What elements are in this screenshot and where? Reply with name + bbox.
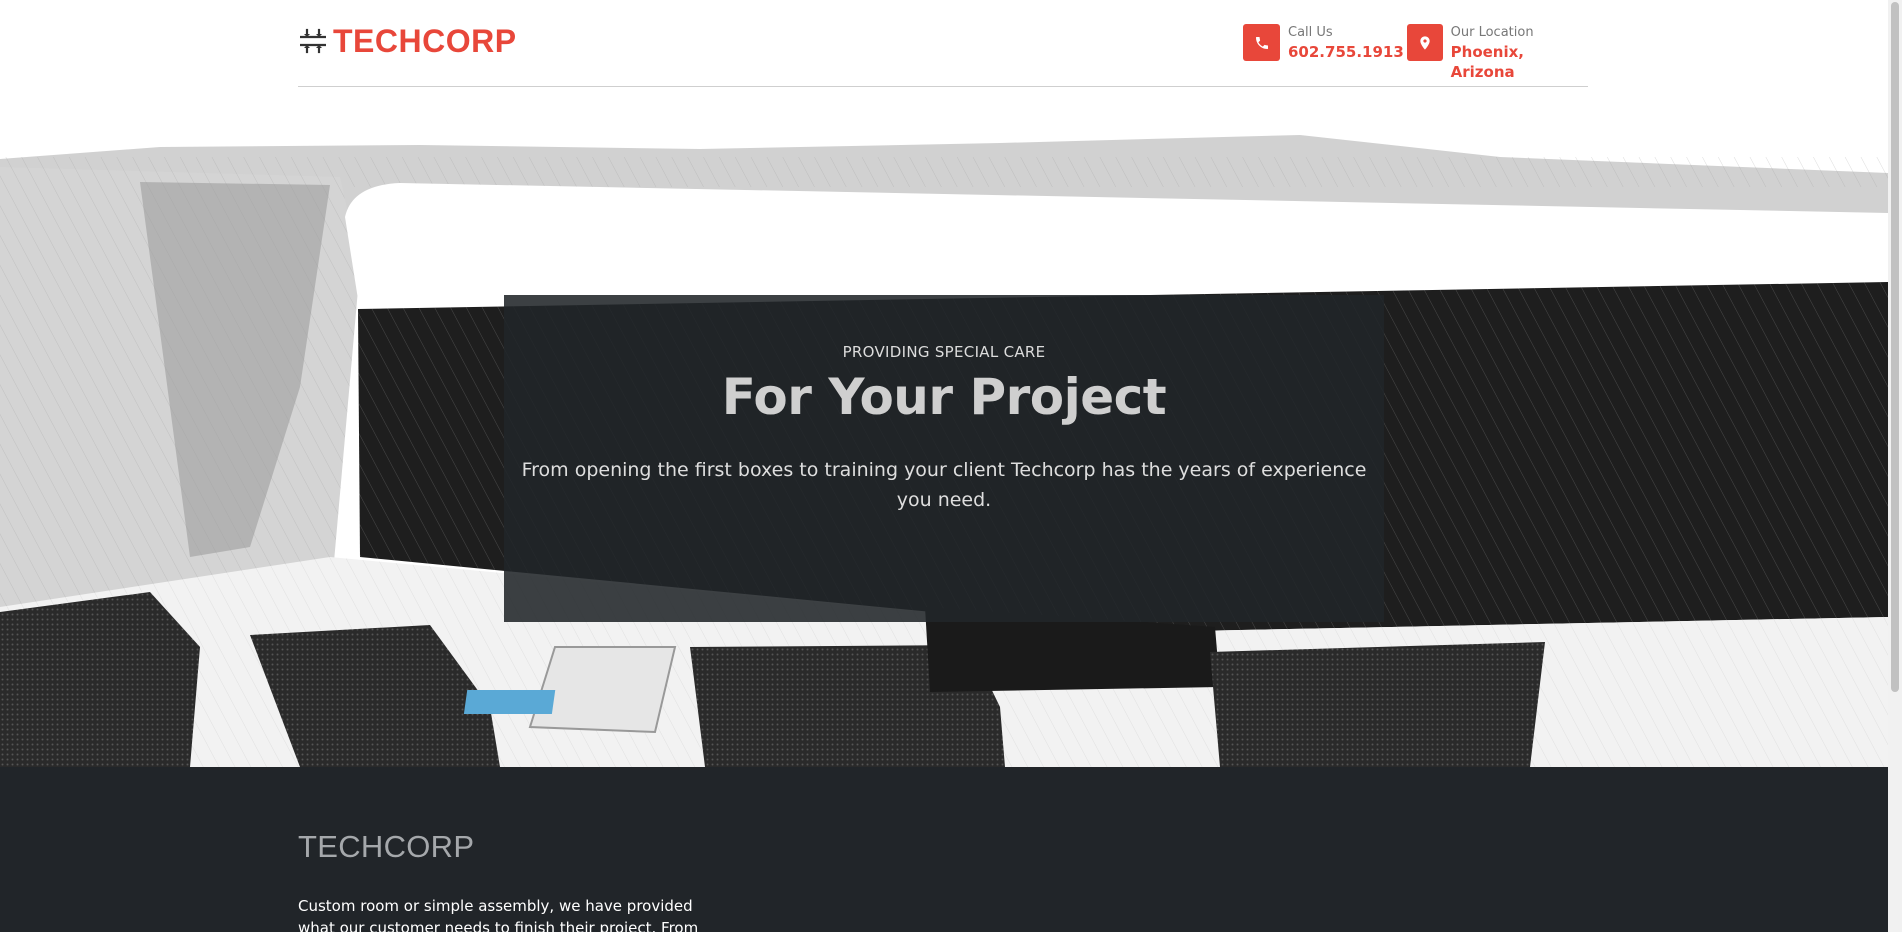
call-us-text: Call Us 602.755.1913 — [1288, 24, 1404, 62]
about-section: TECHCORP Custom room or simple assembly,… — [0, 767, 1888, 932]
hero-eyebrow: PROVIDING SPECIAL CARE — [842, 343, 1046, 361]
hero-section: PROVIDING SPECIAL CARE For Your Project … — [0, 87, 1888, 767]
logo-icon — [300, 28, 326, 54]
call-us-contact[interactable]: Call Us 602.755.1913 — [1243, 24, 1404, 62]
about-title: TECHCORP — [298, 829, 475, 864]
location-text: Our Location Phoenix, Arizona — [1451, 24, 1588, 82]
logo-text: TECHCORP — [333, 23, 517, 59]
logo[interactable]: TECHCORP — [300, 22, 517, 60]
about-text: Custom room or simple assembly, we have … — [298, 897, 699, 932]
location-contact[interactable]: Our Location Phoenix, Arizona — [1407, 24, 1588, 82]
hero-title: For Your Project — [721, 368, 1167, 426]
hero-overlay-panel: PROVIDING SPECIAL CARE For Your Project … — [504, 295, 1384, 622]
map-pin-icon — [1407, 24, 1443, 61]
location-label: Our Location — [1450, 25, 1534, 40]
phone-number[interactable]: 602.755.1913 — [1288, 42, 1404, 62]
hero-description: From opening the first boxes to training… — [521, 459, 1367, 511]
page-scrollbar[interactable] — [1888, 0, 1902, 932]
scrollbar-thumb[interactable] — [1891, 2, 1899, 692]
phone-icon — [1243, 24, 1280, 61]
call-us-label: Call Us — [1288, 25, 1333, 40]
location-value[interactable]: Phoenix, Arizona — [1451, 42, 1588, 82]
site-header: TECHCORP Call Us 602.755.1913 Our Locati… — [298, 0, 1588, 87]
